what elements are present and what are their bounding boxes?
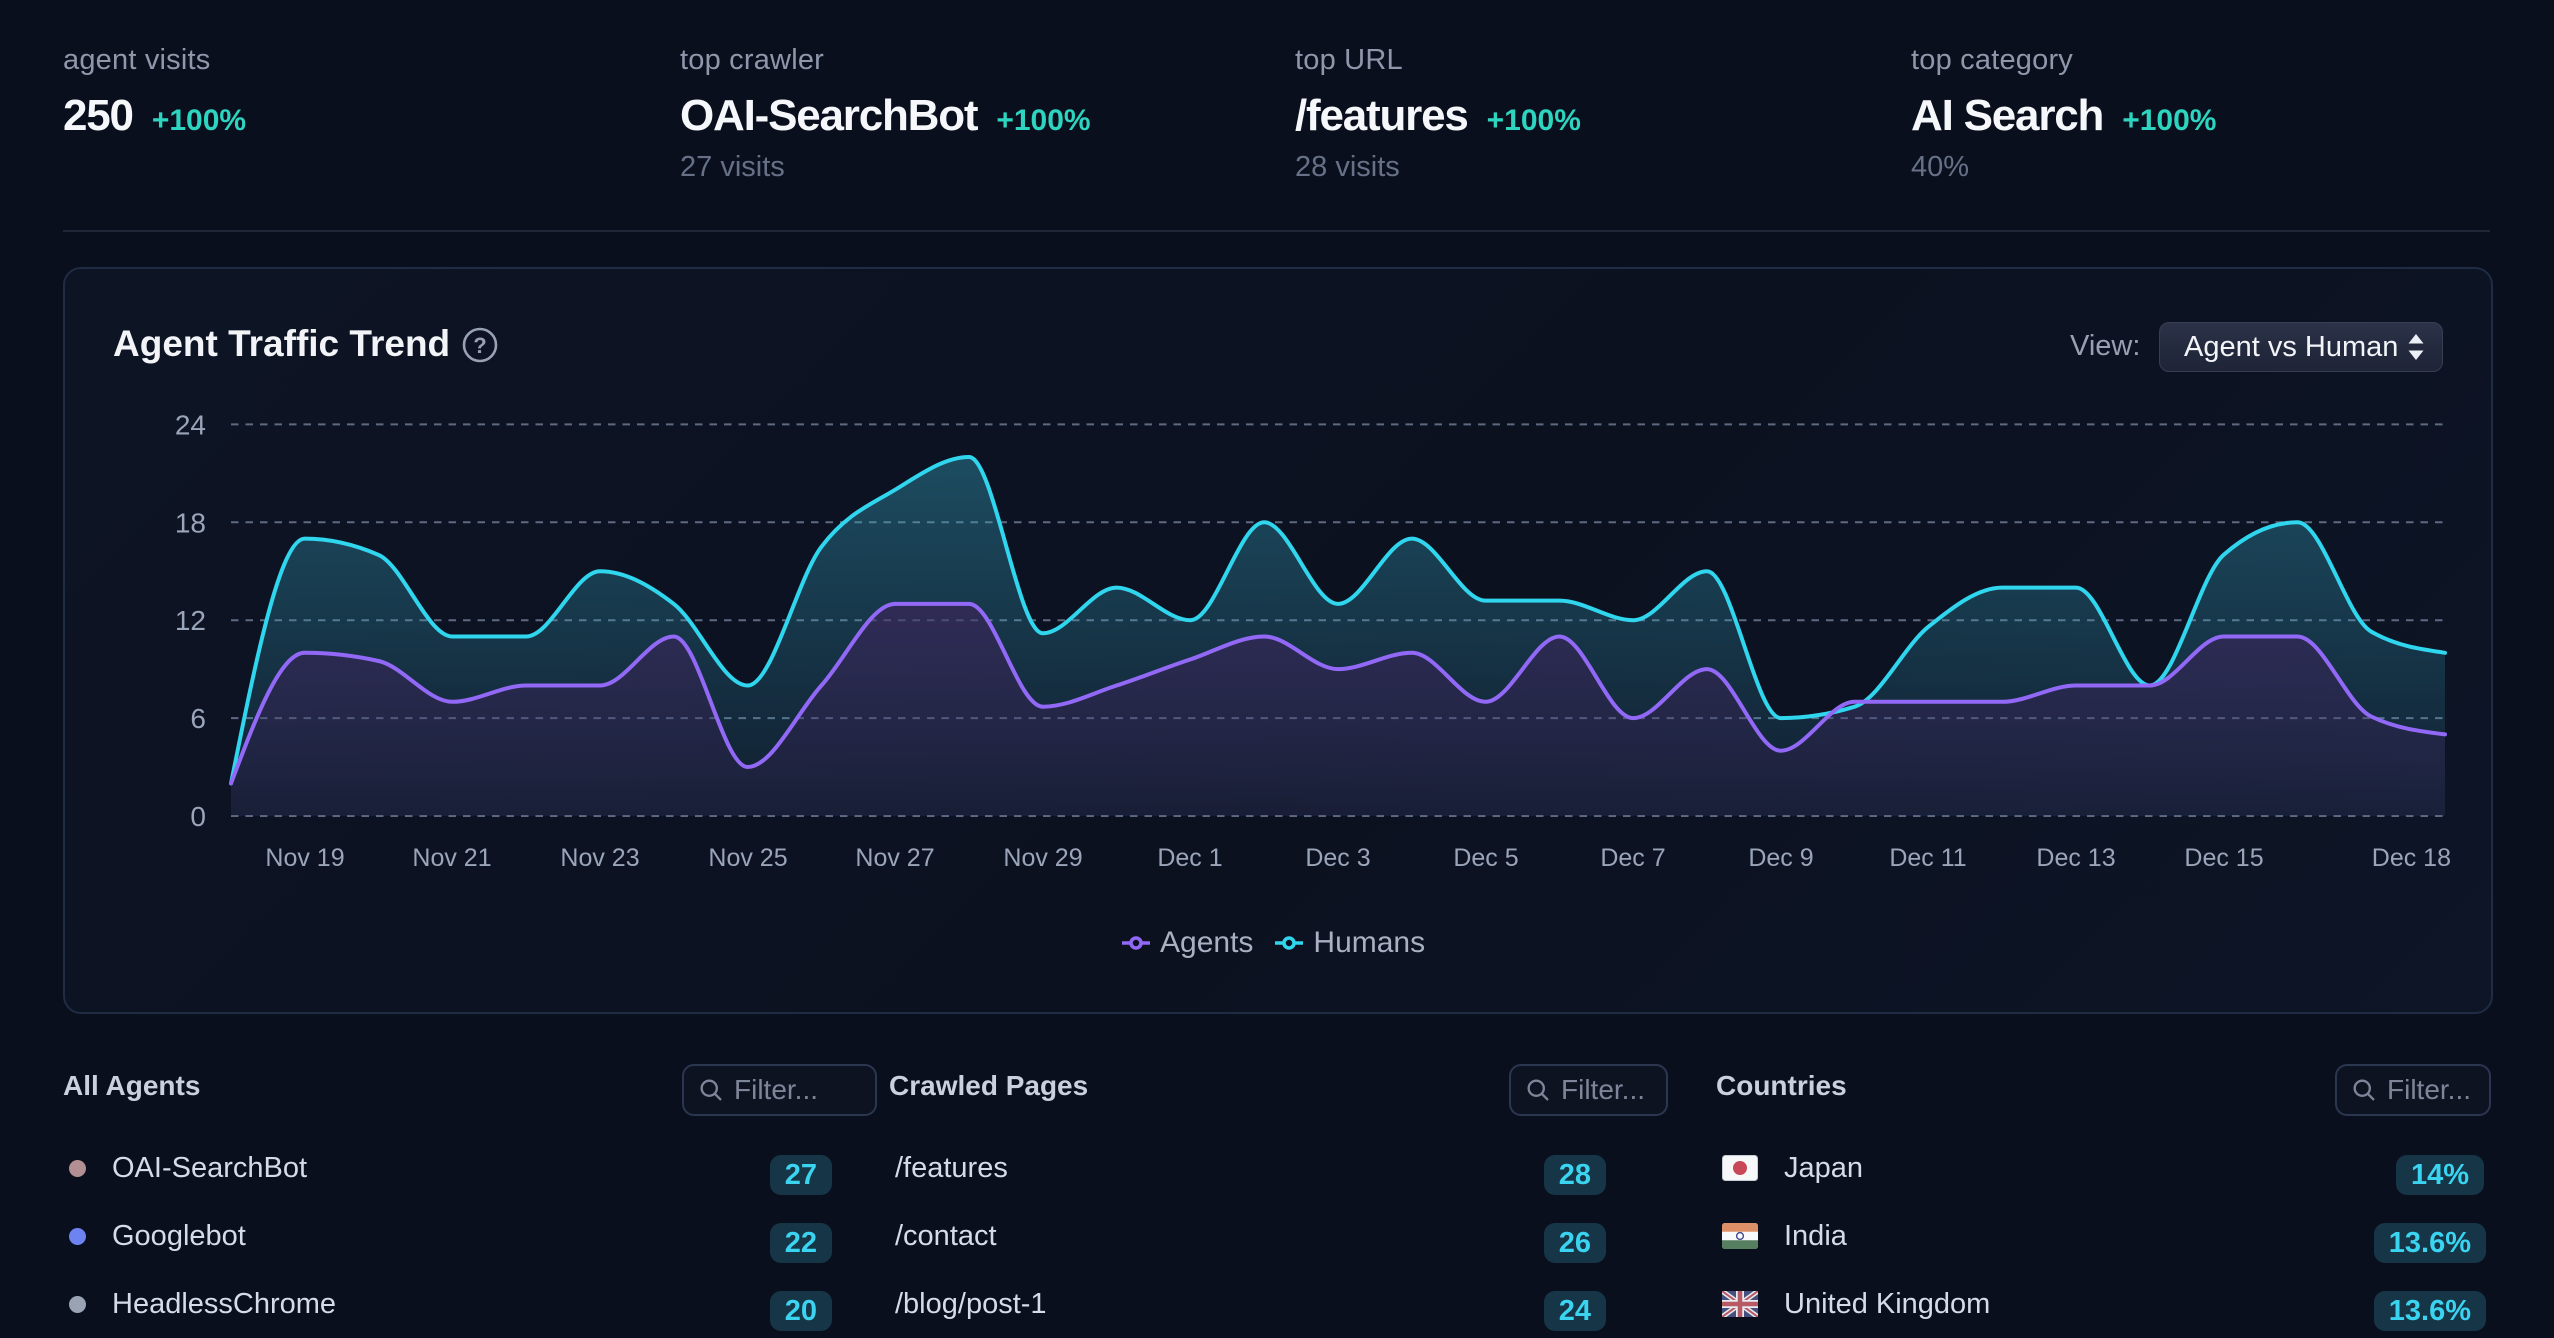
svg-text:Nov 29: Nov 29 bbox=[1003, 844, 1082, 872]
svg-text:Nov 23: Nov 23 bbox=[560, 844, 639, 872]
svg-text:Nov 27: Nov 27 bbox=[855, 844, 934, 872]
svg-text:Dec 11: Dec 11 bbox=[1889, 844, 1966, 872]
svg-text:Dec 5: Dec 5 bbox=[1453, 844, 1518, 872]
svg-text:Dec 9: Dec 9 bbox=[1748, 844, 1813, 872]
svg-text:Dec 18: Dec 18 bbox=[2372, 844, 2451, 872]
svg-text:Nov 19: Nov 19 bbox=[265, 844, 344, 872]
svg-text:Dec 3: Dec 3 bbox=[1305, 844, 1370, 872]
svg-text:Dec 15: Dec 15 bbox=[2184, 844, 2263, 872]
svg-text:6: 6 bbox=[190, 703, 206, 734]
svg-text:Nov 21: Nov 21 bbox=[412, 844, 491, 872]
svg-text:Dec 13: Dec 13 bbox=[2036, 844, 2115, 872]
svg-text:Nov 25: Nov 25 bbox=[708, 844, 787, 872]
svg-text:Dec 1: Dec 1 bbox=[1157, 844, 1222, 872]
svg-text:18: 18 bbox=[175, 507, 206, 538]
svg-text:?: ? bbox=[473, 333, 486, 358]
svg-text:Dec 7: Dec 7 bbox=[1600, 844, 1665, 872]
svg-text:12: 12 bbox=[175, 605, 206, 636]
svg-text:0: 0 bbox=[190, 801, 206, 832]
svg-text:24: 24 bbox=[175, 409, 206, 440]
